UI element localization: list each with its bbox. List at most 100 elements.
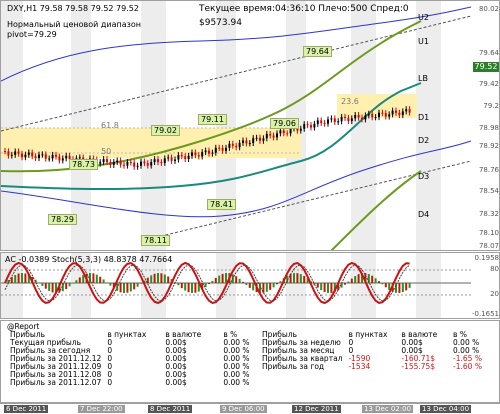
candle-body xyxy=(324,123,326,124)
candle-body xyxy=(371,114,373,118)
report-cell: 0 xyxy=(104,363,162,371)
candle-body xyxy=(130,162,132,163)
report-cell: -1534 xyxy=(345,363,398,371)
candle-body xyxy=(222,148,224,151)
osc-axis-label: 20 xyxy=(490,290,499,298)
report-pane: @Report Прибыльв пунктахв валютев %Текущ… xyxy=(0,320,500,403)
ac-bar xyxy=(126,283,128,293)
ac-bar xyxy=(167,276,169,283)
candle-body xyxy=(24,155,26,157)
candle-body xyxy=(147,163,149,165)
server-time: Текущее время:04:36:10 Плечо:500 Спред:0 xyxy=(199,4,409,14)
candle-body xyxy=(171,157,173,160)
ac-bar xyxy=(92,273,94,283)
candle-body xyxy=(259,138,261,141)
price-axis-label: 79.42 xyxy=(479,80,499,88)
ac-bar xyxy=(48,283,50,291)
candle-body xyxy=(245,140,247,143)
candle-body xyxy=(269,134,271,136)
ac-bar xyxy=(137,283,139,287)
price-axis-label: 78.54 xyxy=(479,187,499,195)
report-cell: 0 xyxy=(104,379,162,387)
ac-bar xyxy=(303,276,305,283)
level-d3: D3 xyxy=(418,172,429,181)
ac-bar xyxy=(96,275,98,283)
candle-body xyxy=(14,151,16,154)
candle-body xyxy=(99,162,101,164)
report-cell: Прибыль за год xyxy=(259,363,345,371)
ac-bar xyxy=(177,283,179,285)
candle-body xyxy=(160,162,162,163)
oscillator-title: AC -0.0389 Stoch(5,3,3) 48.8378 47.7664 xyxy=(5,255,172,264)
candle-body xyxy=(157,159,159,162)
ac-bar xyxy=(69,283,71,286)
candle-body xyxy=(364,115,366,119)
candle-body xyxy=(140,162,142,166)
ac-bar xyxy=(123,283,125,293)
candle-body xyxy=(266,134,268,138)
ac-bar xyxy=(381,283,383,284)
account-balance: $9573.94 xyxy=(199,18,242,28)
candle-body xyxy=(402,111,404,115)
candle-body xyxy=(310,125,312,127)
report-cell: в пунктах xyxy=(104,331,162,339)
candle-body xyxy=(126,162,128,166)
fib-label-50: 50 xyxy=(101,147,111,156)
candle-body xyxy=(388,114,390,116)
ac-bar xyxy=(235,276,237,283)
symbol-info: DXY,H1 79.58 79.58 79.52 79.52 xyxy=(7,4,139,13)
osc-axis-label: 0.1958 xyxy=(475,254,500,262)
oscillator-pane[interactable]: AC -0.0389 Stoch(5,3,3) 48.8378 47.7664 … xyxy=(0,252,500,319)
main-chart-pane[interactable]: DXY,H1 79.58 79.58 79.52 79.52 Нормальны… xyxy=(0,0,500,251)
candle-body xyxy=(252,138,254,143)
candle-body xyxy=(55,155,57,157)
ac-bar xyxy=(99,277,101,283)
session-shade xyxy=(216,1,236,251)
fib-label-23: 23.6 xyxy=(341,97,359,106)
osc-axis-label: -0.1651 xyxy=(472,310,499,318)
candle-body xyxy=(385,113,387,116)
level-d4: D4 xyxy=(418,210,429,219)
candle-body xyxy=(38,155,40,159)
ac-bar xyxy=(18,274,20,283)
candle-body xyxy=(45,154,47,158)
ac-bar xyxy=(266,283,268,292)
ac-bar xyxy=(79,277,81,283)
candle-body xyxy=(150,162,152,166)
ac-bar xyxy=(252,283,254,290)
ac-bar xyxy=(296,273,298,283)
ac-bar xyxy=(375,278,377,283)
candle-body xyxy=(368,114,370,116)
time-label: 13 Dec 02:00 xyxy=(362,405,413,413)
ac-bar xyxy=(388,283,390,290)
ac-bar xyxy=(194,283,196,293)
range-label: Нормальный ценовой диапазон xyxy=(7,20,141,29)
time-label: 6 Dec 2011 xyxy=(4,405,48,413)
candle-body xyxy=(133,163,135,167)
candle-body xyxy=(7,151,9,155)
candle-body xyxy=(188,156,190,159)
candle-body xyxy=(31,153,33,157)
ac-bar xyxy=(290,274,292,283)
report-cell: 0 xyxy=(104,371,162,379)
ac-bar xyxy=(273,283,275,287)
report-cell: -155.75$ xyxy=(398,363,450,371)
price-tag: 79.11 xyxy=(198,114,227,125)
candle-body xyxy=(273,135,275,137)
report-cell: в пунктах xyxy=(345,331,398,339)
candle-body xyxy=(290,129,292,134)
ac-bar xyxy=(398,283,400,293)
candle-body xyxy=(65,156,67,159)
ac-bar xyxy=(45,283,47,289)
ac-bar xyxy=(351,279,353,283)
candle-body xyxy=(205,151,207,153)
current-price-marker: 79.52 xyxy=(473,62,499,72)
candle-body xyxy=(11,155,13,156)
level-u1: U1 xyxy=(418,37,429,46)
candle-body xyxy=(109,162,111,165)
ac-bar xyxy=(164,274,166,283)
candle-body xyxy=(184,156,186,159)
candle-body xyxy=(375,117,377,118)
candle-body xyxy=(103,159,105,162)
price-tag: 78.11 xyxy=(141,235,170,246)
